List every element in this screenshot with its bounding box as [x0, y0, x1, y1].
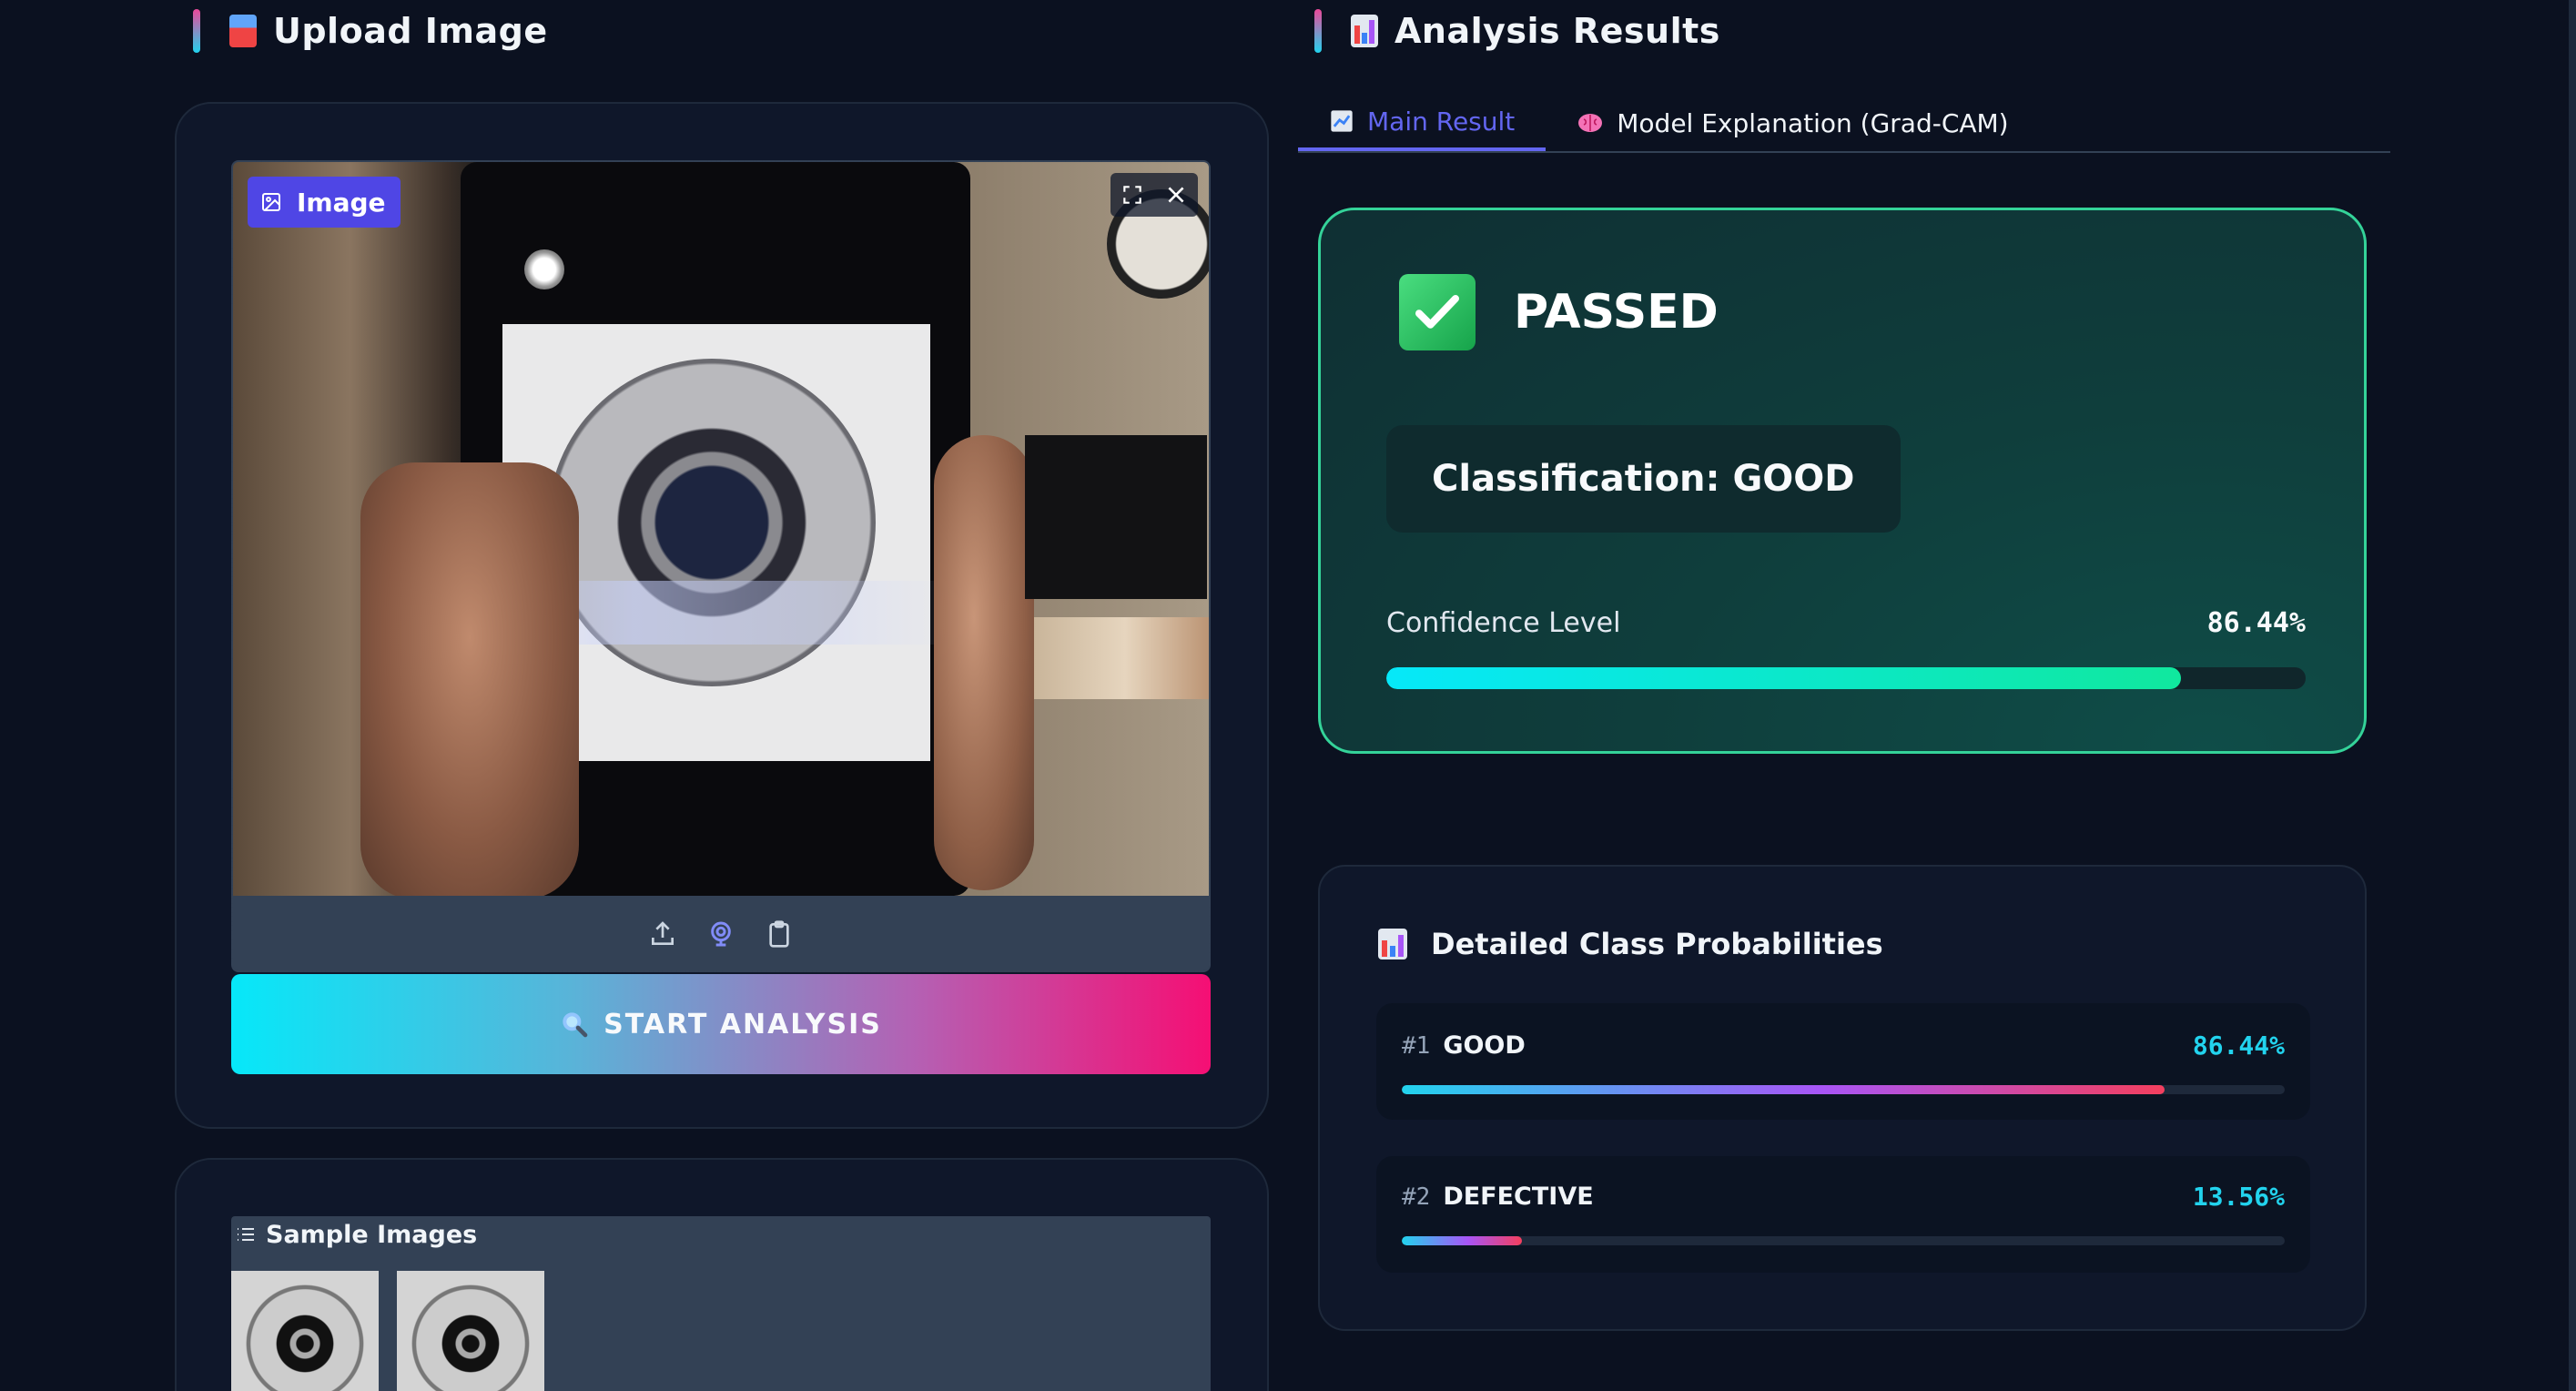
image-source-toolbar [233, 896, 1209, 970]
bar-chart-icon [1351, 15, 1378, 47]
probability-bar [1402, 1085, 2285, 1094]
uploaded-photo: Image [233, 162, 1209, 896]
probability-bar [1402, 1236, 2285, 1245]
inbox-tray-icon [229, 15, 257, 47]
sample-image-2[interactable] [397, 1271, 544, 1391]
class-probability: 13.56% [2192, 1182, 2285, 1212]
webcam-icon[interactable] [706, 919, 735, 949]
tab-main-result[interactable]: Main Result [1298, 95, 1547, 151]
probabilities-card: Detailed Class Probabilities #1 GOOD 86.… [1318, 865, 2367, 1331]
check-mark-icon [1399, 274, 1476, 350]
class-name: GOOD [1443, 1031, 1526, 1060]
result-card: PASSED Classification: GOOD Confidence L… [1318, 208, 2367, 754]
upload-title: Upload Image [273, 11, 548, 51]
samples-title: Sample Images [266, 1220, 478, 1249]
close-icon[interactable] [1164, 183, 1188, 207]
clipboard-icon[interactable] [765, 919, 794, 949]
image-icon [262, 193, 280, 211]
tab-main-result-label: Main Result [1367, 106, 1516, 137]
classification-text: Classification: GOOD [1432, 458, 1855, 500]
magnifier-icon [563, 1012, 588, 1038]
samples-gallery: Sample Images [231, 1216, 1211, 1391]
tab-model-explanation[interactable]: Model Explanation (Grad-CAM) [1546, 95, 2039, 151]
probability-row: #1 GOOD 86.44% [1376, 1003, 2310, 1120]
bar-chart-icon [1378, 929, 1407, 959]
results-title: Analysis Results [1394, 11, 1720, 51]
fullscreen-icon[interactable] [1121, 183, 1144, 207]
confidence-value: 86.44% [2206, 607, 2306, 639]
verdict-text: PASSED [1514, 285, 1719, 340]
classification-pill: Classification: GOOD [1386, 425, 1901, 533]
samples-header: Sample Images [231, 1216, 1211, 1253]
image-controls [1111, 173, 1198, 217]
confidence-row: Confidence Level 86.44% [1386, 607, 2306, 639]
confidence-bar-fill [1386, 667, 2182, 689]
brain-icon [1578, 114, 1603, 132]
probabilities-title: Detailed Class Probabilities [1431, 927, 1883, 961]
class-rank: #2 [1402, 1183, 1431, 1211]
upload-panel: Image START ANALYSIS [175, 102, 1269, 1129]
image-uploader[interactable]: Image [231, 160, 1211, 972]
probability-bar-fill [1402, 1085, 2165, 1094]
class-name: DEFECTIVE [1443, 1183, 1594, 1211]
class-probability: 86.44% [2192, 1031, 2285, 1061]
results-header: Analysis Results [1314, 4, 1720, 58]
page-scrollbar[interactable] [2569, 0, 2576, 1391]
probability-row: #2 DEFECTIVE 13.56% [1376, 1156, 2310, 1273]
header-accent-bar [1314, 9, 1322, 53]
probability-bar-fill [1402, 1236, 1522, 1245]
start-analysis-button[interactable]: START ANALYSIS [231, 974, 1211, 1074]
upload-icon[interactable] [648, 919, 677, 949]
start-analysis-label: START ANALYSIS [603, 1008, 882, 1041]
tab-model-explanation-label: Model Explanation (Grad-CAM) [1617, 107, 2009, 138]
upload-header: Upload Image [193, 4, 548, 58]
class-rank: #1 [1402, 1031, 1431, 1060]
image-label: Image [297, 187, 386, 218]
confidence-bar [1386, 667, 2306, 689]
list-icon [238, 1228, 254, 1241]
samples-panel: Sample Images [175, 1158, 1269, 1391]
verdict-row: PASSED [1399, 274, 1719, 350]
sample-image-1[interactable] [231, 1271, 379, 1391]
confidence-label: Confidence Level [1386, 607, 1621, 639]
header-accent-bar [193, 9, 200, 53]
chart-icon [1331, 110, 1353, 132]
image-label-badge: Image [248, 177, 401, 228]
results-tabs: Main Result Model Explanation (Grad-CAM) [1298, 96, 2390, 153]
probabilities-header: Detailed Class Probabilities [1378, 927, 1883, 961]
